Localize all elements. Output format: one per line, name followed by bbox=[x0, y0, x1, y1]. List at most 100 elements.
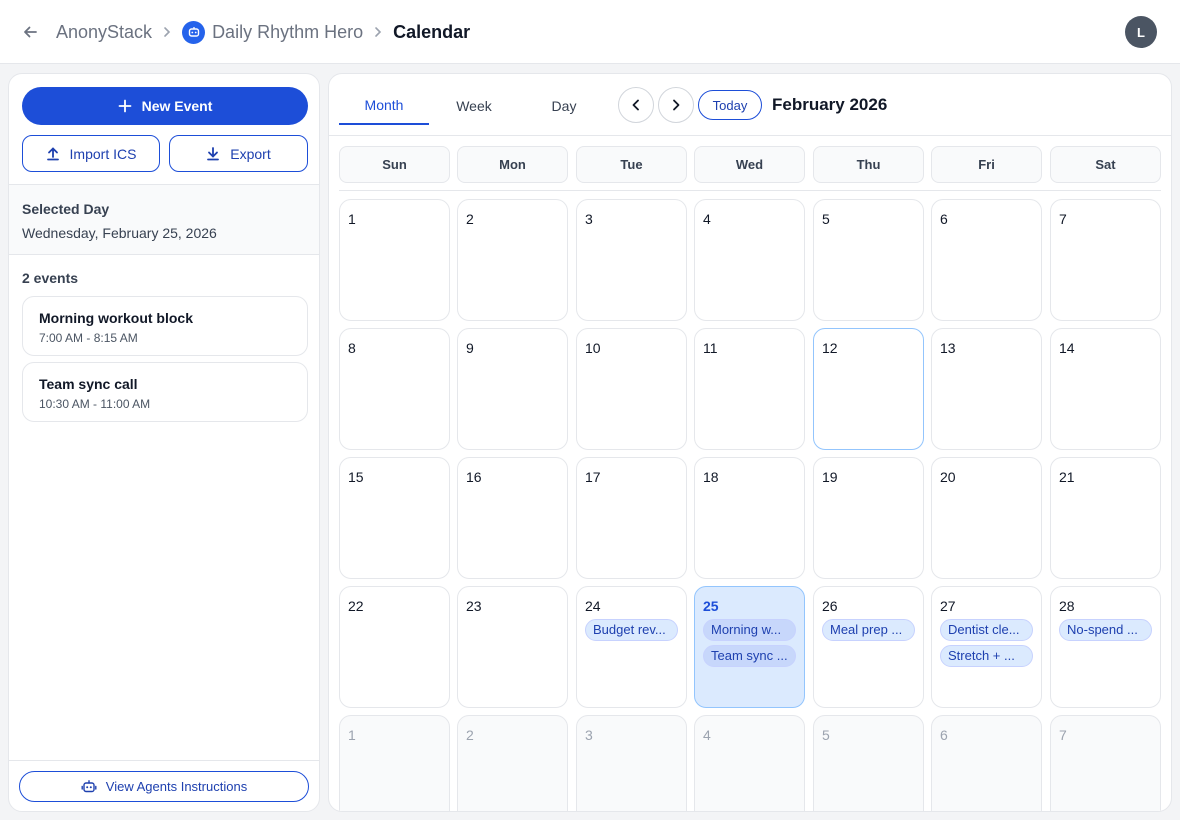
day-cell[interactable]: 25 Morning w... Team sync ... bbox=[694, 586, 805, 708]
new-event-label: New Event bbox=[141, 98, 213, 114]
day-cell[interactable]: 2 bbox=[457, 715, 568, 811]
event-chip[interactable]: Stretch + ... bbox=[940, 645, 1033, 667]
back-button[interactable] bbox=[18, 20, 42, 44]
next-month-button[interactable] bbox=[658, 87, 694, 123]
day-cell[interactable]: 21 bbox=[1050, 457, 1161, 579]
breadcrumb: AnonyStack Daily Rhythm Hero Calendar bbox=[56, 0, 470, 64]
day-cell[interactable]: 8 bbox=[339, 328, 450, 450]
event-card[interactable]: Team sync call 10:30 AM - 11:00 AM bbox=[22, 362, 308, 422]
day-cell[interactable]: 18 bbox=[694, 457, 805, 579]
plus-icon bbox=[118, 99, 131, 113]
export-button[interactable]: Export bbox=[169, 135, 308, 172]
event-chip[interactable]: Dentist cle... bbox=[940, 619, 1033, 641]
day-number: 22 bbox=[348, 598, 364, 614]
day-number: 3 bbox=[585, 211, 593, 227]
day-cell[interactable]: 23 bbox=[457, 586, 568, 708]
new-event-button[interactable]: New Event bbox=[22, 87, 308, 125]
day-cell[interactable]: 9 bbox=[457, 328, 568, 450]
day-number: 20 bbox=[940, 469, 956, 485]
day-cell[interactable]: 10 bbox=[576, 328, 687, 450]
day-number: 6 bbox=[940, 727, 948, 743]
divider bbox=[9, 760, 319, 761]
day-cell[interactable]: 5 bbox=[813, 199, 924, 321]
day-cell[interactable]: 2 bbox=[457, 199, 568, 321]
breadcrumb-app[interactable]: Daily Rhythm Hero bbox=[212, 22, 363, 43]
event-chip[interactable]: Morning w... bbox=[703, 619, 796, 641]
day-cell[interactable]: 7 bbox=[1050, 715, 1161, 811]
day-cell[interactable]: 12 bbox=[813, 328, 924, 450]
day-cell[interactable]: 28 No-spend ... bbox=[1050, 586, 1161, 708]
day-number: 25 bbox=[703, 598, 719, 614]
day-number: 10 bbox=[585, 340, 601, 356]
day-cell[interactable]: 26 Meal prep ... bbox=[813, 586, 924, 708]
day-cell[interactable]: 5 bbox=[813, 715, 924, 811]
event-chip[interactable]: No-spend ... bbox=[1059, 619, 1152, 641]
day-cell[interactable]: 7 bbox=[1050, 199, 1161, 321]
tab-month[interactable]: Month bbox=[339, 86, 429, 125]
day-number: 16 bbox=[466, 469, 482, 485]
day-cell[interactable]: 3 bbox=[576, 199, 687, 321]
day-number: 28 bbox=[1059, 598, 1075, 614]
day-cell[interactable]: 20 bbox=[931, 457, 1042, 579]
day-number: 2 bbox=[466, 727, 474, 743]
day-cell[interactable]: 11 bbox=[694, 328, 805, 450]
chevron-left-icon bbox=[632, 99, 639, 111]
arrow-left-icon bbox=[24, 26, 37, 38]
day-number: 17 bbox=[585, 469, 601, 485]
tab-day[interactable]: Day bbox=[519, 86, 609, 125]
day-number: 14 bbox=[1059, 340, 1075, 356]
day-number: 24 bbox=[585, 598, 601, 614]
day-cell[interactable]: 6 bbox=[931, 715, 1042, 811]
chevron-right-icon bbox=[162, 26, 172, 38]
day-cell[interactable]: 6 bbox=[931, 199, 1042, 321]
day-cell[interactable]: 17 bbox=[576, 457, 687, 579]
day-cell[interactable]: 3 bbox=[576, 715, 687, 811]
page-title: Calendar bbox=[393, 21, 471, 42]
weekday-header: Mon bbox=[457, 146, 568, 183]
export-label: Export bbox=[230, 145, 271, 162]
day-cell[interactable]: 1 bbox=[339, 715, 450, 811]
weekday-header: Wed bbox=[694, 146, 805, 183]
weekday-header: Tue bbox=[576, 146, 687, 183]
previous-month-button[interactable] bbox=[618, 87, 654, 123]
event-chip[interactable]: Team sync ... bbox=[703, 645, 796, 667]
import-ics-button[interactable]: Import ICS bbox=[22, 135, 160, 172]
event-card[interactable]: Morning workout block 7:00 AM - 8:15 AM bbox=[22, 296, 308, 356]
day-number: 5 bbox=[822, 727, 830, 743]
day-cell[interactable]: 19 bbox=[813, 457, 924, 579]
day-cell[interactable]: 4 bbox=[694, 199, 805, 321]
top-bar: AnonyStack Daily Rhythm Hero Calendar L bbox=[0, 0, 1180, 64]
day-number: 11 bbox=[703, 340, 718, 356]
agents-button-label: View Agents Instructions bbox=[105, 779, 248, 794]
day-cell[interactable]: 22 bbox=[339, 586, 450, 708]
day-number: 26 bbox=[822, 598, 838, 614]
robot-icon bbox=[81, 780, 97, 793]
event-chip[interactable]: Meal prep ... bbox=[822, 619, 915, 641]
day-cell[interactable]: 14 bbox=[1050, 328, 1161, 450]
weekday-header: Thu bbox=[813, 146, 924, 183]
day-number: 4 bbox=[703, 727, 711, 743]
events-count: 2 events bbox=[22, 270, 79, 286]
day-cell[interactable]: 16 bbox=[457, 457, 568, 579]
day-cell[interactable]: 24 Budget rev... bbox=[576, 586, 687, 708]
day-number: 1 bbox=[348, 211, 356, 227]
tab-week[interactable]: Week bbox=[429, 86, 519, 125]
breadcrumb-org[interactable]: AnonyStack bbox=[56, 22, 152, 43]
download-icon bbox=[207, 147, 220, 161]
view-agents-instructions-button[interactable]: View Agents Instructions bbox=[19, 771, 309, 802]
today-button[interactable]: Today bbox=[698, 90, 762, 120]
selected-day-value: Wednesday, February 25, 2026 bbox=[22, 225, 217, 241]
weekday-header: Fri bbox=[931, 146, 1042, 183]
weekday-header: Sun bbox=[339, 146, 450, 183]
day-cell[interactable]: 13 bbox=[931, 328, 1042, 450]
day-number: 13 bbox=[940, 340, 956, 356]
chevron-right-icon bbox=[373, 26, 383, 38]
day-cell[interactable]: 27 Dentist cle... Stretch + ... bbox=[931, 586, 1042, 708]
event-time: 10:30 AM - 11:00 AM bbox=[39, 397, 151, 411]
event-chip[interactable]: Budget rev... bbox=[585, 619, 678, 641]
day-cell[interactable]: 1 bbox=[339, 199, 450, 321]
day-cell[interactable]: 4 bbox=[694, 715, 805, 811]
day-number: 23 bbox=[466, 598, 482, 614]
avatar[interactable]: L bbox=[1125, 16, 1157, 48]
day-cell[interactable]: 15 bbox=[339, 457, 450, 579]
